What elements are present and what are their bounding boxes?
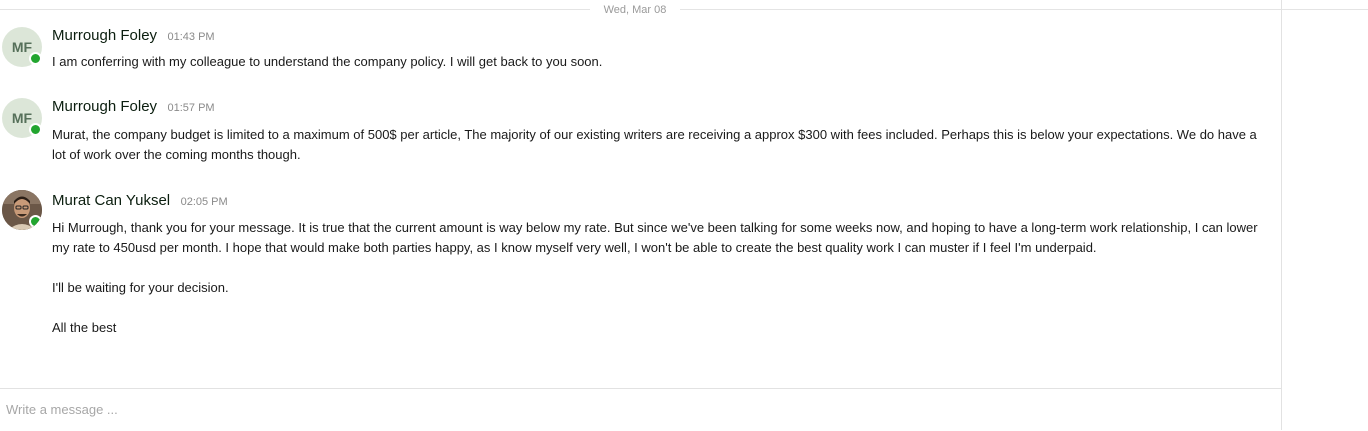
message-header: Murat Can Yuksel 02:05 PM — [52, 192, 228, 212]
message-item: MF Murrough Foley 01:57 PM Murat, the co… — [0, 98, 1281, 170]
date-divider: Wed, Mar 08 — [0, 3, 1281, 17]
message-header: Murrough Foley 01:57 PM — [52, 98, 215, 118]
message-text: Hi Murrough, thank you for your message.… — [52, 220, 1258, 255]
message-text: Murat, the company budget is limited to … — [52, 127, 1257, 162]
online-status-dot — [29, 215, 42, 228]
avatar-initials: MF — [11, 110, 33, 126]
avatar[interactable]: MF — [2, 98, 42, 138]
message-text: I am conferring with my colleague to und… — [52, 54, 603, 69]
online-status-dot — [29, 52, 42, 65]
message-timestamp: 01:43 PM — [167, 31, 215, 43]
message-input[interactable] — [0, 389, 1282, 429]
avatar[interactable] — [2, 190, 42, 230]
panel-divider-line — [1282, 9, 1368, 10]
author-name[interactable]: Murrough Foley — [52, 98, 157, 115]
date-divider-label: Wed, Mar 08 — [603, 4, 667, 16]
message-composer — [0, 388, 1282, 431]
author-name[interactable]: Murat Can Yuksel — [52, 192, 170, 209]
message-header: Murrough Foley 01:43 PM — [52, 27, 215, 47]
message-text: I'll be waiting for your decision. — [52, 280, 229, 295]
message-text: All the best — [52, 320, 117, 335]
right-side-panel — [1282, 0, 1368, 430]
divider-line-left — [0, 9, 590, 10]
message-item: Murat Can Yuksel 02:05 PM Hi Murrough, t… — [0, 190, 1281, 360]
message-timestamp: 02:05 PM — [180, 196, 228, 208]
online-status-dot — [29, 123, 42, 136]
avatar-initials: MF — [11, 39, 33, 55]
messaging-page: Wed, Mar 08 MF Murrough Foley 01:43 PM I… — [0, 0, 1368, 430]
message-body: I am conferring with my colleague to und… — [52, 52, 1262, 72]
message-body: Murat, the company budget is limited to … — [52, 125, 1262, 165]
author-name[interactable]: Murrough Foley — [52, 27, 157, 44]
message-timestamp: 01:57 PM — [167, 102, 215, 114]
message-body: Hi Murrough, thank you for your message.… — [52, 218, 1262, 338]
divider-line-right — [680, 9, 1281, 10]
chat-thread: Wed, Mar 08 MF Murrough Foley 01:43 PM I… — [0, 0, 1282, 430]
message-item: MF Murrough Foley 01:43 PM I am conferri… — [0, 27, 1281, 77]
avatar[interactable]: MF — [2, 27, 42, 67]
